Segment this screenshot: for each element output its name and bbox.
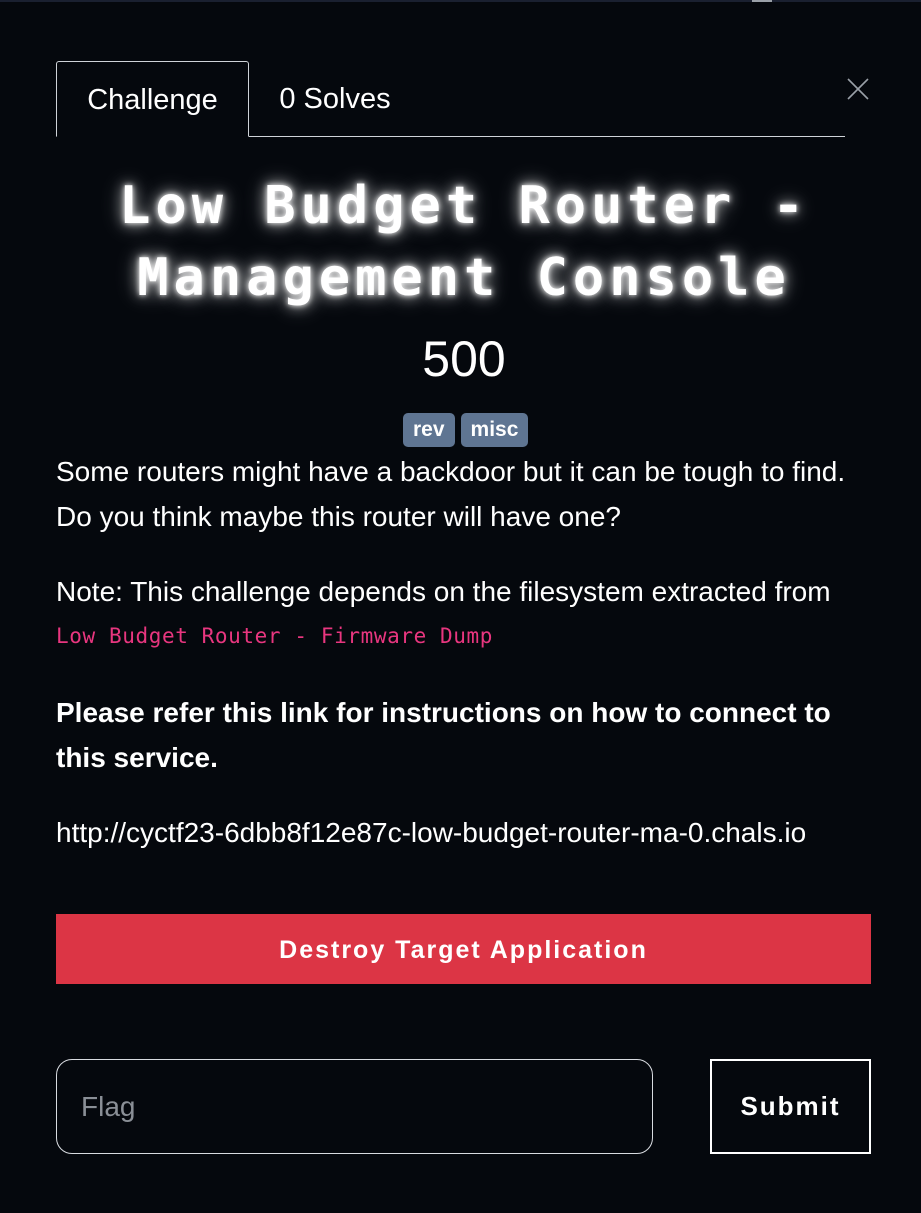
tab-solves[interactable]: 0 Solves [249, 61, 421, 137]
tag-misc: misc [460, 413, 529, 447]
close-icon [847, 78, 869, 100]
description-note: Note: This challenge depends on the file… [56, 569, 871, 659]
tab-challenge[interactable]: Challenge [56, 61, 249, 137]
top-divider [0, 0, 921, 2]
challenge-modal: Challenge 0 Solves Low Budget Router - M… [0, 0, 921, 1213]
challenge-title-line-2: Management Console [137, 248, 791, 308]
challenge-title-line-1: Low Budget Router - [119, 176, 809, 236]
destroy-target-button[interactable]: Destroy Target Application [56, 914, 871, 984]
connection-instructions: Please refer this link for instructions … [56, 697, 831, 773]
firmware-dump-code: Low Budget Router - Firmware Dump [56, 624, 494, 648]
tab-bar: Challenge 0 Solves [56, 61, 845, 137]
submit-button[interactable]: Submit [710, 1059, 871, 1154]
flag-input[interactable] [56, 1059, 653, 1154]
description-paragraph: Some routers might have a backdoor but i… [56, 456, 846, 532]
note-text: Note: This challenge depends on the file… [56, 576, 831, 607]
service-url: http://cyctf23-6dbb8f12e87c-low-budget-r… [56, 817, 807, 848]
challenge-title: Low Budget Router - Management Console [40, 170, 888, 314]
tag-rev: rev [403, 413, 455, 447]
challenge-points: 500 [422, 331, 506, 387]
tag-list: rev misc [403, 413, 529, 447]
top-handle [752, 0, 772, 2]
close-button[interactable] [846, 77, 870, 101]
